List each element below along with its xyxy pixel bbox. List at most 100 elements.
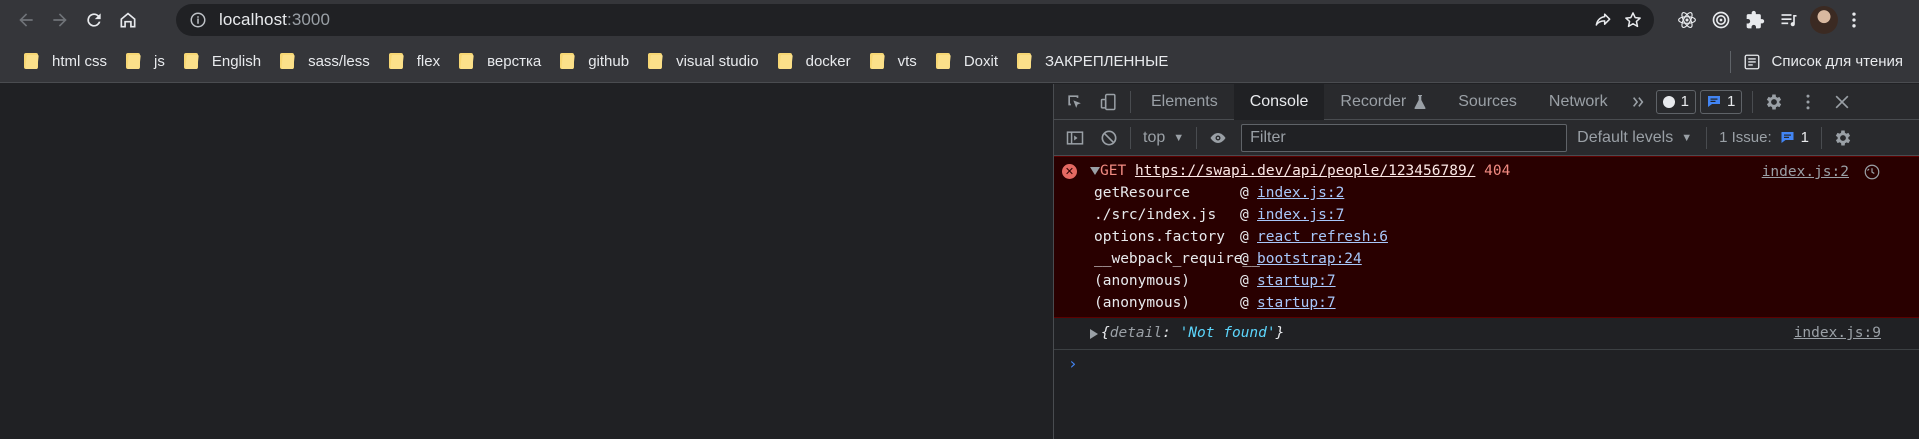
bookmark-folder[interactable]: js bbox=[120, 46, 174, 76]
gear-icon bbox=[1835, 130, 1851, 145]
tab-sources[interactable]: Sources bbox=[1442, 84, 1533, 120]
error-method: GET bbox=[1100, 163, 1127, 179]
target-icon bbox=[1712, 11, 1730, 29]
devtools-panel: Elements Console Recorder Sources Networ… bbox=[1053, 83, 1919, 439]
back-button[interactable] bbox=[9, 3, 43, 37]
at-sign: @ bbox=[1240, 185, 1249, 201]
stack-location-link[interactable]: startup:7 bbox=[1257, 295, 1336, 311]
share-button[interactable] bbox=[1588, 6, 1618, 34]
reading-list[interactable]: Список для чтения bbox=[1730, 40, 1903, 83]
tab-recorder[interactable]: Recorder bbox=[1324, 84, 1442, 120]
devtools-menu-button[interactable] bbox=[1791, 84, 1825, 120]
log-source-link[interactable]: index.js:9 bbox=[1794, 325, 1881, 341]
stack-location-link[interactable]: startup:7 bbox=[1257, 273, 1336, 289]
bookmark-folder[interactable]: docker bbox=[772, 46, 860, 76]
target-extension[interactable] bbox=[1704, 3, 1738, 37]
brace-open: { bbox=[1101, 325, 1110, 341]
devtools-settings-button[interactable] bbox=[1757, 84, 1791, 120]
inspect-element-button[interactable] bbox=[1058, 84, 1092, 120]
folder-icon bbox=[777, 53, 792, 69]
at-sign: @ bbox=[1240, 273, 1249, 289]
divider bbox=[1752, 90, 1754, 113]
stack-frame: (anonymous) @ startup:7 bbox=[1054, 293, 1919, 315]
bookmark-star-button[interactable] bbox=[1618, 6, 1648, 34]
bookmark-label: html css bbox=[52, 52, 108, 70]
live-expression-button[interactable] bbox=[1201, 120, 1235, 156]
bookmark-folder[interactable]: vts bbox=[864, 46, 926, 76]
object-value: 'Not found' bbox=[1179, 325, 1276, 341]
reading-list-button[interactable] bbox=[1772, 3, 1806, 37]
divider bbox=[1196, 126, 1198, 149]
arrow-left-icon bbox=[19, 13, 33, 27]
console-log-message: {detail: 'Not found'} index.js:9 bbox=[1054, 318, 1919, 350]
reading-list-icon bbox=[1745, 54, 1760, 69]
console-settings-button[interactable] bbox=[1826, 120, 1860, 156]
divider bbox=[1130, 90, 1131, 113]
message-counter[interactable]: 1 bbox=[1699, 89, 1743, 114]
bookmark-folder[interactable]: github bbox=[554, 46, 638, 76]
divider bbox=[1130, 126, 1131, 149]
close-icon bbox=[1835, 95, 1849, 108]
bookmark-label: Doxit bbox=[963, 52, 998, 70]
address-bar[interactable]: localhost:3000 bbox=[176, 4, 1654, 36]
react-devtools-extension[interactable] bbox=[1670, 3, 1704, 37]
stack-location-link[interactable]: index.js:7 bbox=[1257, 207, 1344, 223]
log-levels-dropdown[interactable]: Default levels ▼ bbox=[1567, 129, 1702, 147]
info-icon[interactable] bbox=[189, 11, 207, 29]
stack-location-link[interactable]: index.js:2 bbox=[1257, 185, 1344, 201]
bookmark-folder[interactable]: html css bbox=[18, 46, 116, 76]
extensions-button[interactable] bbox=[1738, 3, 1772, 37]
react-icon bbox=[1678, 12, 1696, 28]
more-tabs-button[interactable] bbox=[1624, 84, 1652, 120]
page-viewport[interactable] bbox=[0, 84, 1053, 439]
tab-network[interactable]: Network bbox=[1533, 84, 1624, 120]
forward-button[interactable] bbox=[43, 3, 77, 37]
bookmark-label: github bbox=[588, 52, 630, 70]
error-counter[interactable]: 1 bbox=[1655, 89, 1696, 114]
error-header[interactable]: ✕ GET https://swapi.dev/api/people/12345… bbox=[1054, 161, 1919, 183]
folder-icon bbox=[459, 53, 474, 69]
tab-console[interactable]: Console bbox=[1233, 83, 1325, 120]
bookmark-folder[interactable]: English bbox=[178, 46, 270, 76]
reload-button[interactable] bbox=[77, 3, 111, 37]
close-devtools-button[interactable] bbox=[1825, 84, 1859, 120]
console-prompt-row[interactable]: › bbox=[1054, 350, 1919, 378]
home-button[interactable] bbox=[111, 3, 145, 37]
context-selector[interactable]: top ▼ bbox=[1135, 129, 1192, 147]
bookmark-folder[interactable]: ЗАКРЕПЛЕННЫЕ bbox=[1011, 46, 1177, 76]
stack-location-link[interactable]: react refresh:6 bbox=[1257, 229, 1388, 245]
profile-avatar[interactable] bbox=[1810, 6, 1838, 34]
error-url-link[interactable]: https://swapi.dev/api/people/123456789/ bbox=[1135, 163, 1475, 179]
bookmark-folder[interactable]: верстка bbox=[453, 46, 550, 76]
error-icon: ✕ bbox=[1062, 164, 1077, 179]
expand-triangle-icon[interactable] bbox=[1090, 329, 1098, 339]
issues-counter[interactable]: 1 Issue: 1 bbox=[1711, 129, 1817, 146]
clear-console-button[interactable] bbox=[1092, 120, 1126, 156]
stack-function: options.factory bbox=[1094, 229, 1225, 245]
device-toolbar-button[interactable] bbox=[1092, 84, 1126, 120]
colon: : bbox=[1162, 325, 1180, 341]
error-dot-icon bbox=[1662, 95, 1675, 108]
star-icon bbox=[1625, 12, 1641, 28]
bookmark-folder[interactable]: flex bbox=[383, 46, 449, 76]
divider bbox=[1706, 126, 1708, 149]
tab-elements[interactable]: Elements bbox=[1135, 84, 1234, 120]
devtools-tab-bar: Elements Console Recorder Sources Networ… bbox=[1054, 83, 1919, 120]
folder-icon bbox=[183, 53, 198, 69]
at-sign: @ bbox=[1240, 295, 1249, 311]
stack-frame: (anonymous) @ startup:7 bbox=[1054, 271, 1919, 293]
filter-input[interactable]: Filter bbox=[1241, 123, 1568, 152]
error-source-link[interactable]: index.js:2 bbox=[1762, 164, 1849, 180]
browser-menu-button[interactable] bbox=[1842, 3, 1866, 37]
bookmark-folder[interactable]: visual studio bbox=[642, 46, 768, 76]
stack-location-link[interactable]: bootstrap:24 bbox=[1257, 251, 1362, 267]
toggle-sidebar-button[interactable] bbox=[1058, 120, 1092, 156]
bookmark-folder[interactable]: sass/less bbox=[274, 46, 379, 76]
stack-frame: options.factory @ react refresh:6 bbox=[1054, 227, 1919, 249]
log-object-preview[interactable]: {detail: 'Not found'} bbox=[1101, 325, 1284, 341]
history-icon[interactable] bbox=[1863, 163, 1881, 181]
sidebar-toggle-icon bbox=[1066, 130, 1084, 145]
at-sign: @ bbox=[1240, 207, 1249, 223]
bookmark-folder[interactable]: Doxit bbox=[930, 46, 1007, 76]
expand-triangle-icon[interactable] bbox=[1090, 167, 1100, 175]
